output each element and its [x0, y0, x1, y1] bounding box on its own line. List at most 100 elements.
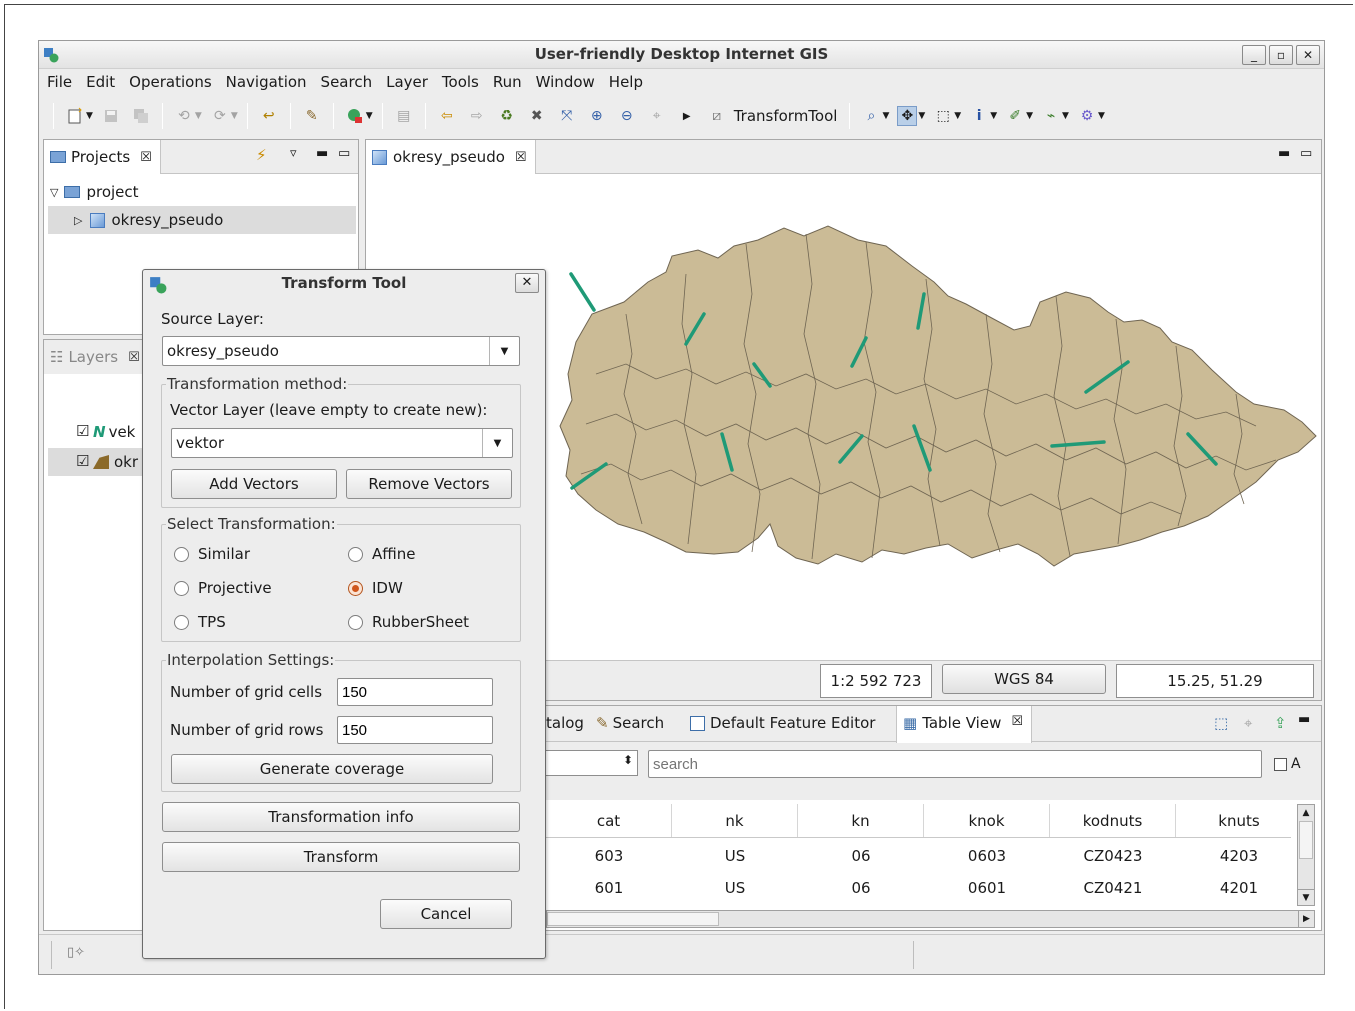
select-dropdown-icon[interactable]: ▼ — [954, 111, 961, 121]
expand-arrow-icon[interactable]: ▷ — [74, 214, 82, 227]
attribute-select[interactable]: ⬍ — [546, 750, 638, 776]
table-row[interactable]: 603 US 06 0603 CZ0423 4203 — [546, 840, 1291, 872]
redo-dropdown-icon[interactable]: ▼ — [231, 111, 238, 121]
minimize-icon[interactable]: ▬ — [316, 146, 334, 161]
layer-visibility-checkbox[interactable]: ☑ — [76, 453, 89, 469]
edit-dropdown-icon[interactable]: ▼ — [1026, 111, 1033, 121]
menu-layer[interactable]: Layer — [386, 69, 436, 95]
select-all-icon[interactable]: ⬚ — [1214, 714, 1228, 732]
magnifier-dropdown-icon[interactable]: ▼ — [882, 111, 889, 121]
menu-help[interactable]: Help — [609, 69, 651, 95]
zoom-out-icon[interactable]: ⊖ — [617, 106, 637, 126]
pan-dropdown-icon[interactable]: ▼ — [918, 111, 925, 121]
radio-button[interactable] — [174, 614, 189, 630]
select-box-icon[interactable]: ⬚ — [933, 106, 953, 126]
minimize-button[interactable]: _ — [1242, 45, 1266, 65]
column-header-knok[interactable]: knok — [924, 804, 1050, 837]
vertical-scrollbar[interactable]: ▲ ▼ — [1297, 804, 1315, 906]
radio-button[interactable] — [174, 580, 189, 596]
zoom-to-selection-icon[interactable]: ⌖ — [1244, 714, 1252, 732]
tree-item-map[interactable]: ▷ okresy_pseudo — [48, 206, 356, 234]
tab-projects[interactable]: Projects ☒ — [44, 140, 161, 174]
close-icon[interactable]: ☒ — [140, 150, 152, 165]
redo-icon[interactable]: ⟳ — [210, 106, 230, 126]
save-all-icon[interactable] — [131, 106, 151, 126]
remove-vectors-button[interactable]: Remove Vectors — [346, 469, 512, 499]
add-vectors-button[interactable]: Add Vectors — [171, 469, 337, 499]
document-icon[interactable]: ▤ — [394, 106, 414, 126]
new-dropdown-icon[interactable]: ▼ — [86, 111, 93, 121]
maximize-icon[interactable]: ▭ — [338, 146, 356, 161]
radio-button-selected[interactable] — [348, 580, 363, 596]
tab-default-feature-editor[interactable]: Default Feature Editor — [690, 714, 875, 732]
tool-icon[interactable]: ⚙ — [1077, 106, 1097, 126]
tab-layers[interactable]: ☷ Layers ☒ — [44, 340, 149, 374]
minimize-icon[interactable]: ▬ — [1298, 712, 1316, 727]
scroll-thumb[interactable] — [547, 912, 719, 926]
info-icon[interactable]: i — [969, 106, 989, 126]
table-row[interactable]: 601 US 06 0601 CZ0421 4201 — [546, 872, 1291, 904]
menu-edit[interactable]: Edit — [86, 69, 123, 95]
add-layer-icon[interactable] — [345, 106, 365, 126]
transform-tool-icon[interactable]: ⧄ — [707, 106, 727, 126]
menu-search[interactable]: Search — [321, 69, 381, 95]
transformation-info-button[interactable]: Transformation info — [162, 802, 520, 832]
radio-rubbersheet[interactable]: RubberSheet — [348, 613, 469, 631]
chevron-down-icon[interactable]: ▼ — [482, 429, 512, 457]
back-arrow-icon[interactable]: ⇦ — [437, 106, 457, 126]
dialog-close-button[interactable]: ✕ — [515, 273, 539, 293]
generate-coverage-button[interactable]: Generate coverage — [171, 754, 493, 784]
promote-selection-icon[interactable]: ⇪ — [1274, 714, 1287, 732]
fast-view-icon[interactable]: ▯✧ — [67, 945, 85, 960]
horizontal-scrollbar[interactable]: ▶ — [546, 910, 1315, 928]
zoom-in-icon[interactable]: ⊕ — [587, 106, 607, 126]
edit-geometry-icon[interactable]: ✐ — [1005, 106, 1025, 126]
column-header-knuts[interactable]: knuts — [1176, 804, 1302, 837]
vector-layer-select[interactable]: vektor ▼ — [171, 428, 513, 458]
radio-button[interactable] — [348, 546, 363, 562]
close-icon[interactable]: ☒ — [515, 150, 527, 165]
menu-tools[interactable]: Tools — [442, 69, 487, 95]
magnifier-icon[interactable]: ⌕ — [861, 106, 881, 126]
view-menu-icon[interactable]: ▿ — [290, 146, 303, 161]
checkbox-box[interactable] — [1274, 757, 1287, 771]
maximize-icon[interactable]: ▭ — [1300, 146, 1318, 161]
radio-projective[interactable]: Projective — [174, 579, 272, 597]
pan-icon[interactable]: ✥ — [897, 106, 918, 126]
menu-window[interactable]: Window — [536, 69, 603, 95]
radio-similar[interactable]: Similar — [174, 545, 250, 563]
grid-cells-input[interactable] — [337, 678, 493, 706]
save-icon[interactable] — [101, 106, 121, 126]
menu-file[interactable]: File — [47, 69, 80, 95]
create-dropdown-icon[interactable]: ▼ — [1062, 111, 1069, 121]
tab-table-view[interactable]: ▦ Table View ☒ — [896, 706, 1032, 743]
refresh-icon[interactable]: ♻ — [497, 106, 517, 126]
column-header-cat[interactable]: cat — [546, 804, 672, 837]
cancel-button[interactable]: Cancel — [380, 899, 512, 929]
layer-visibility-checkbox[interactable]: ☑ — [76, 423, 89, 439]
collapse-arrow-icon[interactable]: ▽ — [50, 186, 58, 199]
scale-field[interactable]: 1:2 592 723 — [820, 664, 932, 698]
scroll-thumb[interactable] — [1299, 821, 1313, 859]
chevron-down-icon[interactable]: ▼ — [489, 337, 519, 365]
new-icon[interactable] — [65, 106, 85, 126]
menu-run[interactable]: Run — [493, 69, 530, 95]
link-icon[interactable]: ⚡ — [256, 146, 267, 164]
close-icon[interactable]: ☒ — [1011, 714, 1023, 729]
pin-icon[interactable]: ✎ — [302, 106, 322, 126]
tab-catalog[interactable]: talog — [546, 714, 584, 732]
source-layer-select[interactable]: okresy_pseudo ▼ — [162, 336, 520, 366]
radio-tps[interactable]: TPS — [174, 613, 226, 631]
minimize-icon[interactable]: ▬ — [1278, 146, 1296, 161]
zoom-selection-icon[interactable]: ⌖ — [647, 106, 667, 126]
column-header-kodnuts[interactable]: kodnuts — [1050, 804, 1176, 837]
column-header-kn[interactable]: kn — [798, 804, 924, 837]
undo-dropdown-icon[interactable]: ▼ — [195, 111, 202, 121]
crs-button[interactable]: WGS 84 — [942, 664, 1106, 694]
info-dropdown-icon[interactable]: ▼ — [990, 111, 997, 121]
undo-icon[interactable]: ⟲ — [174, 106, 194, 126]
back-edit-icon[interactable]: ↩ — [259, 106, 279, 126]
add-layer-dropdown-icon[interactable]: ▼ — [366, 111, 373, 121]
transform-button[interactable]: Transform — [162, 842, 520, 872]
forward-arrow-icon[interactable]: ⇨ — [467, 106, 487, 126]
